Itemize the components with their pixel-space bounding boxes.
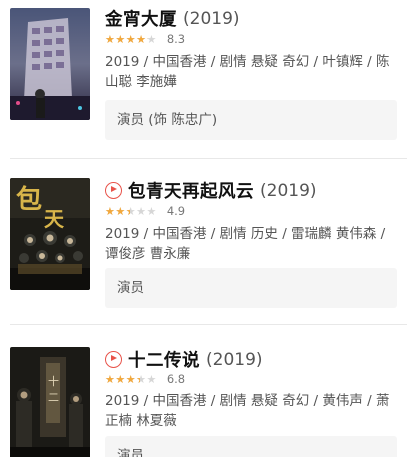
rating-score: 4.9 <box>166 204 186 218</box>
title-row[interactable]: 包青天再起风云 (2019) <box>105 178 317 203</box>
svg-text:二: 二 <box>48 391 59 404</box>
star-rating: ★★★★★ ★★★★★ <box>105 34 157 45</box>
actor-role-box: 演员 <box>105 436 397 457</box>
title-row[interactable]: 十二传说 (2019) <box>105 347 263 372</box>
movie-title[interactable]: 包青天再起风云 <box>128 178 254 203</box>
play-circle-icon[interactable] <box>105 182 122 199</box>
movie-title[interactable]: 金宵大厦 <box>105 6 177 31</box>
svg-text:包: 包 <box>16 184 42 215</box>
movie-meta: 2019 / 中国香港 / 剧情 悬疑 奇幻 / 黄伟声 / 萧正楠 林夏薇 <box>105 393 390 429</box>
svg-text:天: 天 <box>44 207 65 231</box>
star-rating: ★★★★★ ★★★★★ <box>105 206 157 217</box>
movie-item[interactable]: 十 二 十二传说 (2019) ★★★★★ ★★★★★ 6.8 2019 / 中… <box>0 325 407 457</box>
star-rating: ★★★★★ ★★★★★ <box>105 374 157 385</box>
movie-meta: 2019 / 中国香港 / 剧情 历史 / 雷瑞麟 黄伟森 / 谭俊彦 曹永廉 <box>105 226 386 262</box>
rating-score: 8.3 <box>166 32 186 46</box>
divider <box>10 158 407 159</box>
star-icon: ★★★★★ <box>105 205 130 217</box>
movie-title[interactable]: 十二传说 <box>128 347 200 372</box>
movie-meta: 2019 / 中国香港 / 剧情 悬疑 奇幻 / 叶镇辉 / 陈山聪 李施嬅 <box>105 54 390 90</box>
rating-score: 6.8 <box>166 372 186 386</box>
svg-text:十: 十 <box>48 374 59 388</box>
movie-year: (2019) <box>183 8 240 29</box>
actor-role-box: 演员 (饰 陈忠广) <box>105 100 397 140</box>
movie-year: (2019) <box>260 180 317 201</box>
movie-item[interactable]: 金宵大厦 (2019) ★★★★★ ★★★★★ 8.3 2019 / 中国香港 … <box>0 0 407 160</box>
star-icon: ★★★★★ <box>105 33 148 45</box>
movie-year: (2019) <box>206 349 263 370</box>
rating-row: ★★★★★ ★★★★★ 4.9 <box>105 204 185 218</box>
actor-role-box: 演员 <box>105 268 397 308</box>
poster-image[interactable]: 十 二 <box>10 347 90 457</box>
title-row[interactable]: 金宵大厦 (2019) <box>105 6 240 31</box>
poster-image[interactable]: 包 天 <box>10 178 90 290</box>
movie-item[interactable]: 包 天 包青天再起风云 (2019) ★★★★★ ★★★★★ 4.9 2019 … <box>0 160 407 325</box>
rating-row: ★★★★★ ★★★★★ 6.8 <box>105 372 185 386</box>
poster-image[interactable] <box>10 8 90 120</box>
rating-row: ★★★★★ ★★★★★ 8.3 <box>105 32 185 46</box>
play-circle-icon[interactable] <box>105 351 122 368</box>
star-icon: ★★★★★ <box>105 373 140 385</box>
